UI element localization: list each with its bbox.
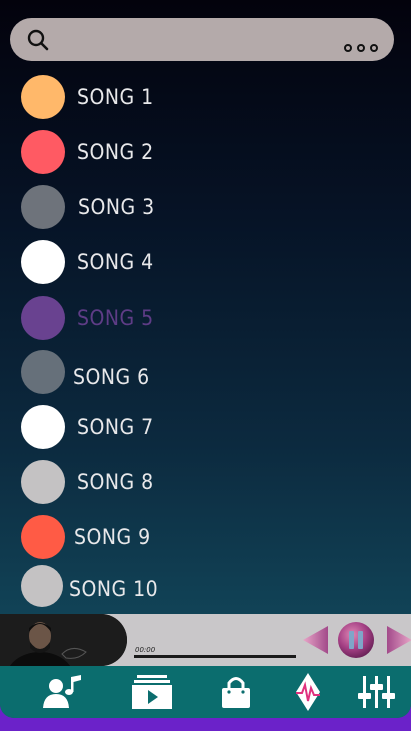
song-label: SONG 6 [73,365,150,389]
song-item[interactable]: SONG 6 [21,350,150,394]
song-label: SONG 3 [78,195,155,219]
song-color-dot [21,405,65,449]
song-color-dot [21,75,65,119]
song-color-dot [21,130,65,174]
song-label: SONG 2 [77,140,154,164]
song-item[interactable]: SONG 7 [21,405,154,449]
song-label: SONG 4 [77,250,154,274]
album-cover[interactable] [0,614,127,666]
song-item[interactable]: SONG 8 [21,460,154,504]
song-label: SONG 5 [77,306,154,330]
song-item[interactable]: SONG 10 [21,564,158,608]
next-icon[interactable] [385,625,411,655]
album-art-image [0,614,127,666]
pause-icon[interactable] [338,622,374,658]
more-options-icon[interactable] [344,44,378,52]
song-label: SONG 7 [77,415,154,439]
song-color-dot [21,565,63,607]
artists-icon[interactable] [40,674,84,710]
song-item[interactable]: SONG 1 [21,75,154,119]
song-color-dot [21,515,65,559]
song-label: SONG 8 [77,470,154,494]
elapsed-time: 00:00 [135,646,156,654]
previous-icon[interactable] [302,625,330,655]
song-item[interactable]: SONG 9 [21,515,151,559]
song-color-dot [21,240,65,284]
search-icon[interactable] [26,28,50,52]
song-color-dot [21,350,65,394]
song-item[interactable]: SONG 5 [21,296,154,340]
bottom-navigation [0,666,411,718]
store-icon[interactable] [214,674,258,710]
progress-track[interactable] [134,655,296,658]
song-item[interactable]: SONG 2 [21,130,154,174]
now-playing-bar: 00:00 [0,614,411,666]
song-color-dot [21,296,65,340]
song-label: SONG 9 [74,525,151,549]
song-color-dot [21,460,65,504]
song-item[interactable]: SONG 3 [21,185,155,229]
playlist-icon[interactable] [130,674,174,710]
app-screen: SONG 1 SONG 2 SONG 3 SONG 4 SONG 5 SONG … [0,0,411,718]
search-bar[interactable] [10,18,394,61]
song-item[interactable]: SONG 4 [21,240,154,284]
song-label: SONG 1 [77,85,154,109]
waveform-icon[interactable] [286,673,330,711]
song-color-dot [21,185,65,229]
song-label: SONG 10 [69,577,159,601]
equalizer-icon[interactable] [354,674,398,710]
